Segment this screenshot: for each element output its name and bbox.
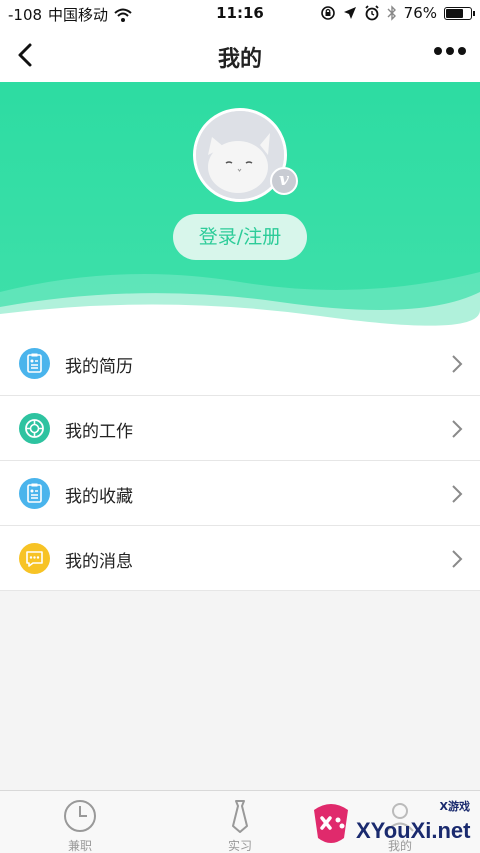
more-dots-icon[interactable] [434, 47, 466, 55]
tab-label: 实习 [227, 839, 252, 853]
chevron-right-icon [452, 420, 463, 438]
battery-fill [446, 8, 463, 18]
dot [458, 47, 466, 55]
watermark-text: XYouXi.net [356, 818, 471, 843]
status-right: 76% [320, 4, 475, 22]
menu-item-favorites[interactable]: 我的收藏 [0, 461, 480, 526]
message-icon [19, 543, 50, 574]
chevron-right-icon [452, 485, 463, 503]
watermark: X游戏 XYouXi.net [306, 796, 480, 853]
login-register-button[interactable]: 登录/注册 [173, 214, 307, 260]
tab-label: 兼职 [67, 839, 92, 853]
alarm-icon [365, 5, 379, 21]
tab-internship[interactable]: 实习 [160, 791, 320, 853]
work-icon [19, 413, 50, 444]
profile-header: v 登录/注册 [0, 82, 480, 332]
location-icon [343, 7, 356, 19]
tab-part-time[interactable]: 兼职 [0, 791, 160, 853]
chevron-right-icon [452, 355, 463, 373]
dot [434, 47, 442, 55]
vip-badge: v [270, 167, 298, 195]
menu-item-messages[interactable]: 我的消息 [0, 526, 480, 591]
bluetooth-icon [387, 5, 396, 21]
menu-label: 我的消息 [65, 552, 133, 572]
wave-decoration [0, 272, 480, 332]
dot [446, 47, 454, 55]
watermark-top-text: X游戏 [439, 800, 470, 813]
page-title: 我的 [217, 47, 262, 72]
menu-label: 我的收藏 [65, 487, 133, 507]
menu-item-resume[interactable]: 我的简历 [0, 331, 480, 396]
chevron-right-icon [452, 550, 463, 568]
rotation-lock-icon [320, 6, 335, 20]
nav-bar: 我的 [0, 28, 480, 82]
tie-icon [232, 800, 248, 833]
clock-icon [64, 800, 96, 832]
battery-percent: 76% [403, 4, 437, 22]
battery-icon [444, 6, 475, 20]
resume-icon [19, 348, 50, 379]
menu-item-work[interactable]: 我的工作 [0, 396, 480, 461]
menu-list: 我的简历 我的工作 我的收藏 我的消息 [0, 331, 480, 591]
watermark-logo-icon [314, 804, 348, 843]
menu-label: 我的工作 [65, 422, 133, 442]
status-bar: -108 中国移动 11:16 76% [0, 0, 480, 28]
menu-label: 我的简历 [65, 357, 133, 377]
favorites-icon [19, 478, 50, 509]
